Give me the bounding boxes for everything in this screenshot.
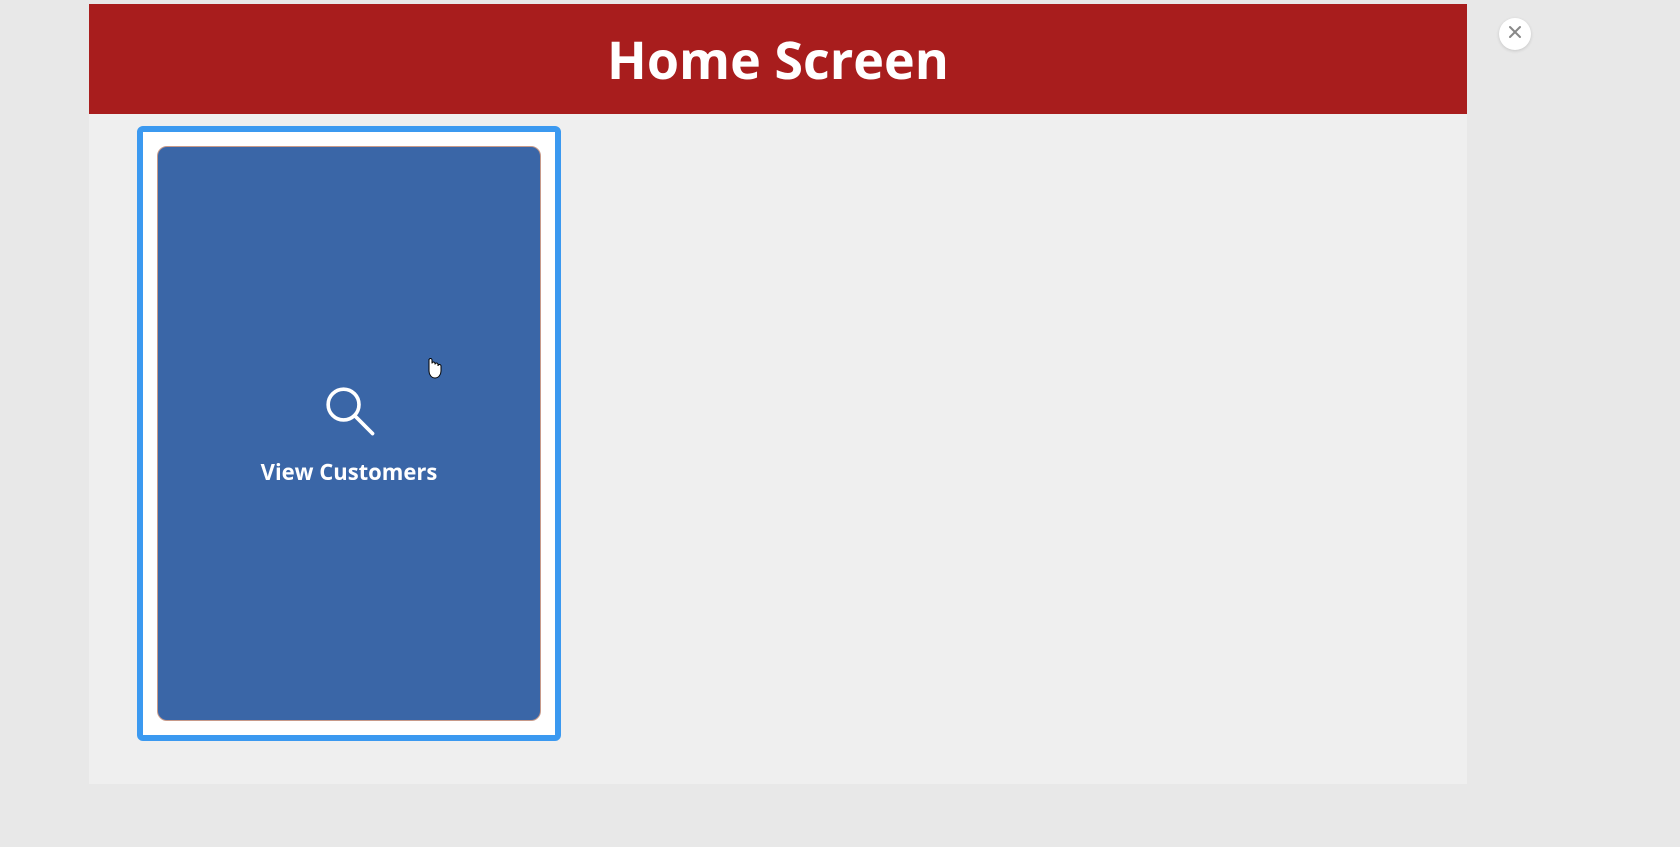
card-selection-frame: View Customers <box>137 126 561 741</box>
content-area: View Customers <box>89 114 1467 753</box>
card-label: View Customers <box>261 457 438 487</box>
search-icon <box>320 381 378 439</box>
page-container: Home Screen View Customers <box>89 4 1467 784</box>
view-customers-card[interactable]: View Customers <box>157 146 541 721</box>
close-button[interactable] <box>1499 18 1531 50</box>
page-title: Home Screen <box>607 24 949 95</box>
close-icon <box>1507 23 1523 45</box>
header-bar: Home Screen <box>89 4 1467 114</box>
